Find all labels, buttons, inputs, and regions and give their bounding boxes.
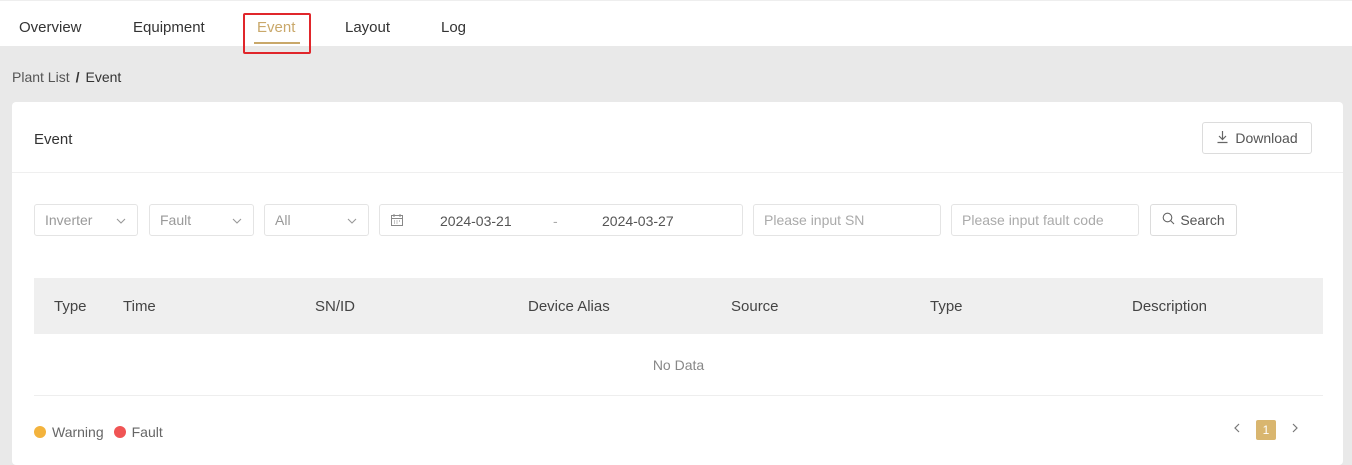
event-card: Event Download Inverter Fault All 2024-0… [12, 102, 1343, 465]
device-type-value: Inverter [45, 212, 93, 228]
tab-layout[interactable]: Layout [345, 19, 390, 36]
column-header-time: Time [123, 298, 156, 315]
download-icon [1216, 130, 1229, 147]
sn-input-placeholder: Please input SN [764, 212, 865, 228]
column-header-sn-id: SN/ID [315, 298, 356, 315]
download-button[interactable]: Download [1202, 122, 1312, 154]
pagination: 1 [1232, 420, 1300, 440]
top-nav: Overview Equipment Event Layout Log [0, 0, 1352, 54]
chevron-down-icon [231, 214, 243, 226]
page-number[interactable]: 1 [1256, 420, 1276, 440]
breadcrumb-parent[interactable]: Plant List [12, 69, 70, 85]
chevron-down-icon [346, 214, 358, 226]
column-header-device-alias: Device Alias [528, 298, 610, 315]
breadcrumb: Plant List / Event [12, 69, 121, 85]
column-header-event-type: Type [930, 298, 963, 315]
column-header-source: Source [731, 298, 779, 315]
column-header-type: Type [54, 298, 87, 315]
chevron-down-icon [115, 214, 127, 226]
breadcrumb-current: Event [85, 69, 122, 85]
date-separator: - [553, 213, 558, 229]
breadcrumb-separator: / [75, 69, 80, 85]
chevron-left-icon[interactable] [1232, 421, 1242, 439]
calendar-icon [390, 213, 404, 227]
scope-value: All [275, 212, 291, 228]
date-range-picker[interactable]: 2024-03-21 - 2024-03-27 [379, 204, 743, 236]
device-type-select[interactable]: Inverter [34, 204, 138, 236]
card-title: Event [34, 131, 73, 148]
sn-input[interactable]: Please input SN [753, 204, 941, 236]
scope-select[interactable]: All [264, 204, 369, 236]
chevron-right-icon[interactable] [1290, 421, 1300, 439]
search-button[interactable]: Search [1150, 204, 1237, 236]
fault-code-input-placeholder: Please input fault code [962, 212, 1104, 228]
legend-warning-label: Warning [52, 424, 104, 440]
tab-overview[interactable]: Overview [19, 19, 82, 36]
legend-fault-label: Fault [131, 424, 163, 440]
table-empty-state: No Data [34, 334, 1323, 396]
tab-log[interactable]: Log [441, 19, 466, 36]
download-label: Download [1235, 130, 1298, 146]
annotation-highlight-box [243, 13, 311, 54]
date-end[interactable]: 2024-03-27 [602, 213, 674, 229]
warning-dot-icon [34, 426, 46, 438]
card-header: Event Download [12, 102, 1343, 173]
search-label: Search [1180, 212, 1225, 228]
date-start[interactable]: 2024-03-21 [440, 213, 512, 229]
legend-fault: Fault [113, 424, 163, 440]
table-header: Type Time SN/ID Device Alias Source Type… [34, 278, 1323, 334]
search-icon [1162, 212, 1175, 228]
column-header-description: Description [1132, 298, 1208, 315]
event-type-select[interactable]: Fault [149, 204, 254, 236]
legend: Warning Fault [34, 424, 173, 440]
event-type-value: Fault [160, 212, 192, 228]
fault-code-input[interactable]: Please input fault code [951, 204, 1139, 236]
legend-warning: Warning [34, 424, 104, 440]
tab-equipment[interactable]: Equipment [133, 19, 205, 36]
fault-dot-icon [113, 426, 126, 438]
